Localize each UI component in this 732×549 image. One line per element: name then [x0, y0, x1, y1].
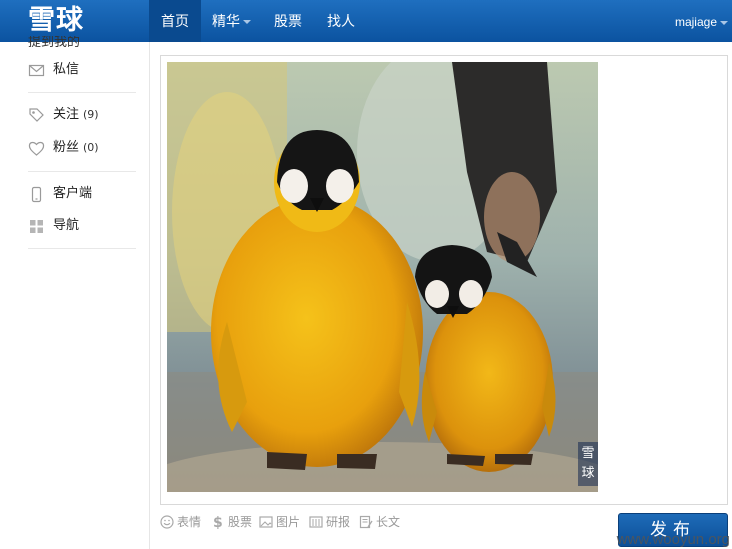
sidebar-item-label: 粉丝 — [53, 140, 80, 155]
nav-home-label: 首页 — [161, 14, 189, 30]
image-watermark: 雪球 — [578, 442, 598, 486]
nav-find-people[interactable]: 找人 — [327, 0, 355, 42]
dollar-icon: $ — [213, 515, 223, 529]
post-editor[interactable]: 雪球 — [160, 55, 728, 505]
nav-home[interactable]: 首页 — [149, 0, 201, 42]
site-logo[interactable]: 雪球 — [28, 4, 84, 38]
nav-featured-label: 精华 — [212, 14, 240, 30]
sidebar-item-label: 私信 — [53, 62, 80, 77]
sidebar-item-label: 关注 — [53, 107, 80, 122]
chevron-down-icon — [720, 20, 728, 25]
sidebar-item-mentions[interactable]: 提到我的 — [28, 36, 80, 47]
report-label: 研报 — [326, 515, 351, 529]
nav-stocks-label: 股票 — [274, 14, 302, 30]
image-icon — [259, 516, 273, 528]
fans-count: (0) — [83, 141, 99, 154]
nav-stocks[interactable]: 股票 — [274, 0, 302, 42]
svg-text:$: $ — [213, 515, 223, 529]
stock-label: 股票 — [228, 515, 253, 529]
tag-icon — [29, 108, 44, 122]
top-nav-bar: 雪球 首页 精华 股票 找人 majiage — [0, 0, 732, 42]
site-watermark: www.wooyun.org — [616, 531, 730, 548]
chevron-down-icon — [243, 20, 251, 24]
username: majiage — [674, 15, 717, 29]
report-icon — [309, 516, 323, 528]
image-label: 图片 — [276, 515, 301, 529]
mail-icon — [28, 64, 45, 77]
nav-find-people-label: 找人 — [327, 14, 355, 30]
grid-icon — [30, 220, 43, 233]
sidebar: 提到我的 私信 关注 (9) 粉丝 (0) 客户端 导航 — [0, 36, 150, 549]
user-menu[interactable]: majiage — [675, 0, 728, 42]
image-watermark-text: 雪球 — [581, 446, 595, 481]
heart-icon — [28, 141, 45, 156]
divider — [28, 92, 136, 93]
nav-featured[interactable]: 精华 — [212, 0, 251, 42]
sidebar-item-label: 导航 — [53, 218, 80, 233]
divider — [28, 171, 136, 172]
sidebar-item-label: 客户端 — [53, 186, 93, 201]
smile-icon — [160, 515, 174, 529]
phone-icon — [31, 186, 42, 203]
longtext-icon — [359, 515, 373, 529]
divider — [28, 248, 136, 249]
emoji-label: 表情 — [177, 515, 202, 529]
long-article-label: 长文 — [376, 515, 401, 529]
penguin-photo — [167, 62, 598, 492]
following-count: (9) — [83, 108, 99, 121]
attached-image[interactable]: 雪球 — [167, 62, 598, 492]
